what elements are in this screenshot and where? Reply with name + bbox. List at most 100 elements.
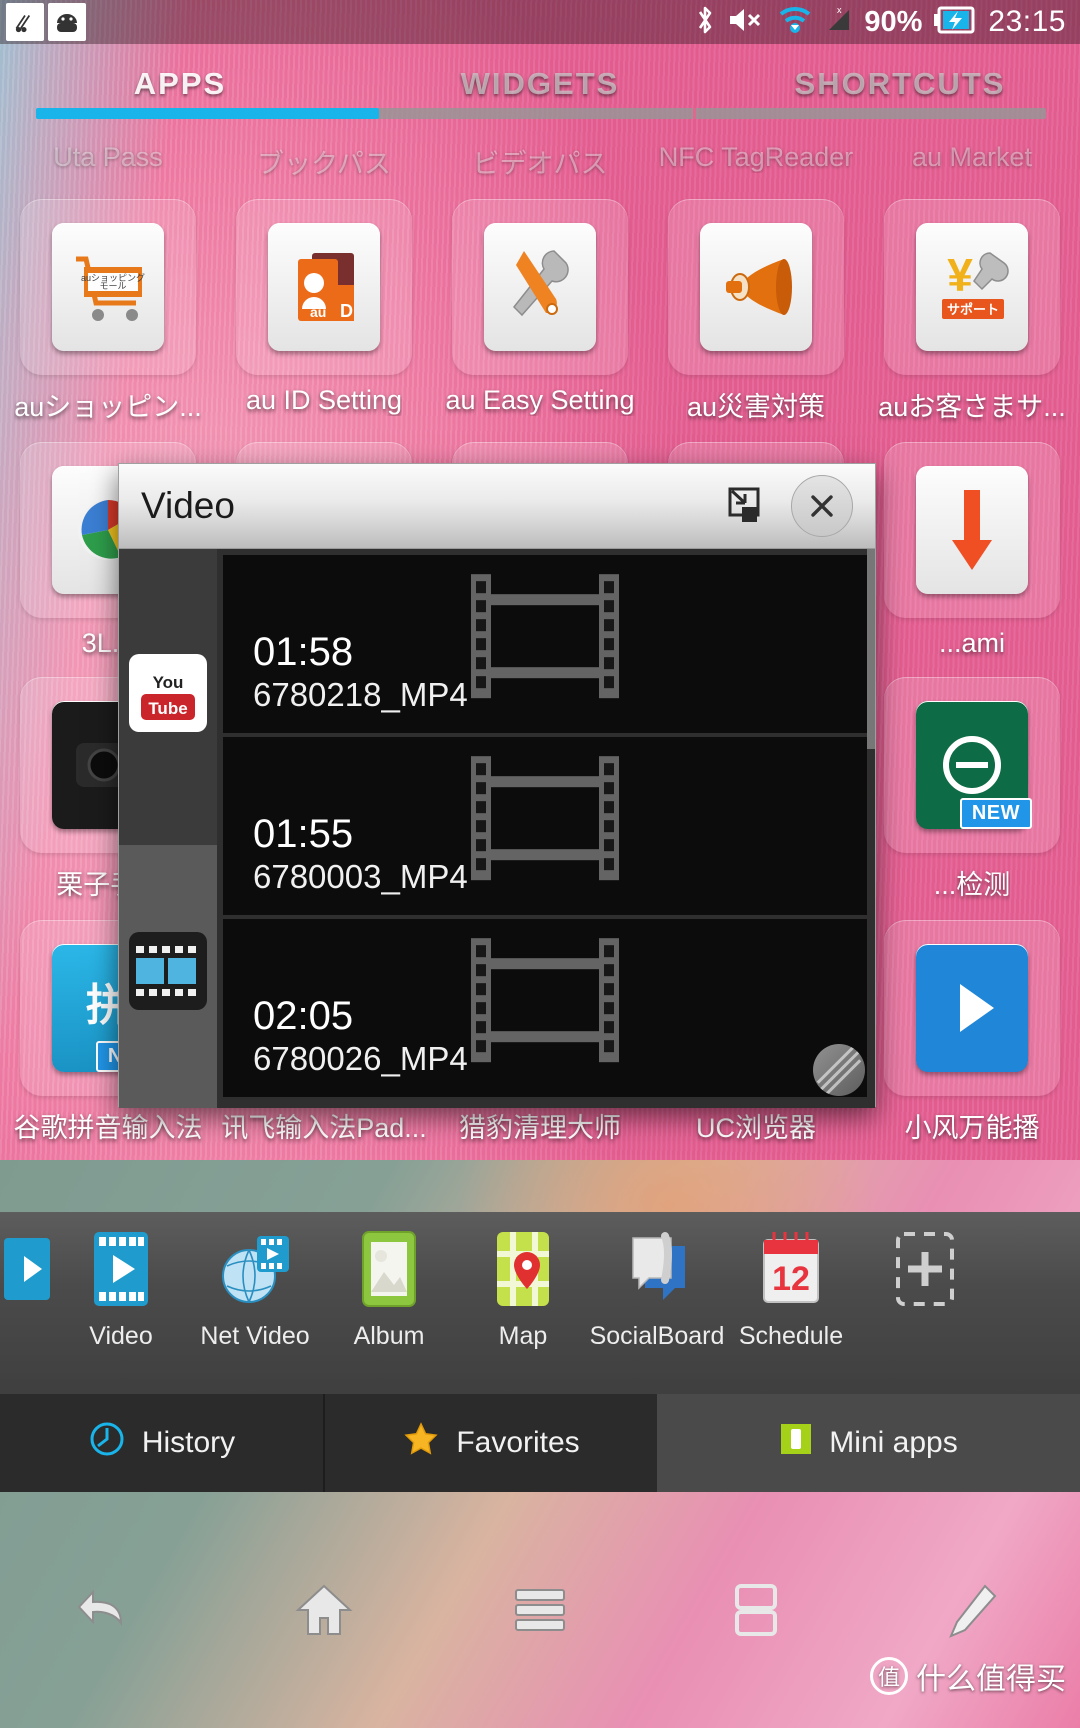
mini-app-partial[interactable] — [0, 1226, 54, 1317]
battery-percent: 90% — [864, 5, 923, 38]
app-label-au-disaster: au災害対策 — [686, 392, 826, 422]
back-icon[interactable] — [48, 1585, 168, 1635]
app-label-uc-browser: UC浏览器 — [696, 1113, 816, 1143]
svg-text:サポート: サポート — [947, 302, 999, 317]
video-list-item[interactable]: 01:55 6780003_MP4 — [223, 737, 867, 915]
youtube-icon[interactable]: You Tube — [129, 654, 207, 732]
mini-app-label-schedule: Schedule — [738, 1322, 844, 1350]
svg-text:x: x — [837, 5, 842, 15]
app-label-xiaofeng-player: 小风万能播 — [904, 1113, 1040, 1143]
film-strip-icon[interactable] — [129, 932, 207, 1010]
film-frame-icon — [465, 936, 625, 1069]
mini-app-net-video[interactable]: Net Video — [188, 1226, 322, 1351]
app-label-r2-4: ...ami — [938, 628, 1005, 658]
status-notifications[interactable] — [0, 3, 86, 41]
svg-text:au: au — [310, 304, 326, 320]
app-label-au-id: au ID Setting — [245, 385, 403, 415]
resize-grip-icon[interactable] — [813, 1044, 865, 1096]
add-plus-icon — [887, 1226, 963, 1312]
calendar-12-icon: 12 — [753, 1226, 829, 1312]
status-bar[interactable]: x 90% 23:15 — [0, 0, 1080, 44]
clock-icon — [88, 1420, 126, 1466]
miniapp-square-icon — [779, 1422, 813, 1464]
globe-film-icon — [217, 1226, 293, 1312]
mini-app-album[interactable]: Album — [322, 1226, 456, 1351]
au-support-icon: ¥ サポート — [916, 223, 1028, 351]
video-list-item[interactable]: 01:58 6780218_MP4 — [223, 555, 867, 733]
app-label-google-pinyin: 谷歌拼音输入法 — [13, 1113, 203, 1143]
app-label-r3-4: ...检测 — [933, 870, 1011, 900]
megaphone-icon — [700, 223, 812, 351]
tab-indicator — [36, 108, 1046, 119]
video-list-scrollbar[interactable] — [867, 549, 875, 749]
watermark: 值 什么值得买 — [870, 1654, 1066, 1698]
app-label-ghost-2: ビデオパス — [472, 149, 608, 179]
tab-label-history: History — [141, 1426, 236, 1459]
video-window-titlebar[interactable]: Video — [119, 464, 875, 549]
mini-app-label-net-video: Net Video — [200, 1322, 310, 1350]
app-cell-au-support[interactable]: ¥ サポート auお客さまサ... — [864, 181, 1080, 424]
bluetooth-icon — [694, 3, 716, 42]
video-name: 6780026_MP4 — [253, 1040, 468, 1078]
tab-label-mini-apps: Mini apps — [829, 1426, 958, 1459]
video-name: 6780003_MP4 — [253, 858, 468, 896]
video-list[interactable]: 01:58 6780218_MP4 01:55 6780003_MP4 02:0… — [217, 549, 875, 1108]
app-label-iflytek: 讯飞输入法Pad... — [221, 1113, 427, 1143]
signal-no-sim-icon: x — [823, 4, 853, 41]
tools-icon — [484, 223, 596, 351]
app-label-au-support: auお客さまサ... — [878, 392, 1066, 422]
restore-down-icon[interactable] — [715, 480, 767, 532]
blue-player-icon — [916, 944, 1028, 1072]
video-source-rail[interactable]: You Tube — [119, 549, 217, 1108]
app-cell-r3-4[interactable]: NEW ...检测 — [864, 659, 1080, 902]
tab-mini-apps[interactable]: Mini apps — [657, 1394, 1080, 1492]
clock: 23:15 — [988, 5, 1066, 38]
app-label-ghost-3: NFC TagReader — [658, 142, 854, 172]
mini-app-label-map: Map — [498, 1322, 548, 1350]
wifi-icon — [778, 5, 812, 40]
app-cell-au-disaster[interactable]: au災害対策 — [648, 181, 864, 424]
mini-app-schedule[interactable]: 12 Schedule — [724, 1226, 858, 1351]
orange-arrow-icon — [916, 466, 1028, 594]
android-icon — [48, 3, 86, 41]
video-duration: 02:05 — [253, 994, 354, 1039]
mini-app-label-socialboard: SocialBoard — [589, 1322, 725, 1350]
svg-text:D: D — [340, 301, 353, 321]
app-cell-au-id[interactable]: au D au ID Setting — [216, 181, 432, 424]
video-name: 6780218_MP4 — [253, 676, 468, 714]
video-list-item[interactable]: 02:05 6780026_MP4 — [223, 919, 867, 1097]
mini-apps-tabs[interactable]: History Favorites Mini apps — [0, 1394, 1080, 1492]
video-mini-app-window[interactable]: Video You Tube 01:58 6780218_MP4 01:55 6… — [118, 463, 876, 1108]
tab-history[interactable]: History — [0, 1394, 325, 1492]
mini-app-video[interactable]: Video — [54, 1226, 188, 1351]
app-label-cheetah-clean: 猎豹清理大师 — [459, 1113, 621, 1143]
menu-icon[interactable] — [480, 1584, 600, 1636]
app-cell-xiaofeng-player[interactable]: 小风万能播 — [864, 902, 1080, 1145]
tab-favorites[interactable]: Favorites — [325, 1394, 657, 1492]
app-cell-r2-4[interactable]: ...ami — [864, 424, 1080, 659]
watermark-mark: 值 — [870, 1657, 908, 1695]
recents-icon[interactable] — [696, 1582, 816, 1638]
mini-app-add[interactable] — [858, 1226, 992, 1322]
app-cell-au-shopping[interactable]: auショッピング モール auショッピン... — [0, 181, 216, 424]
app-label-ghost-4: au Market — [911, 142, 1033, 172]
star-icon — [402, 1420, 440, 1466]
home-icon[interactable] — [264, 1582, 384, 1638]
app-cell-au-easy-setting[interactable]: au Easy Setting — [432, 181, 648, 424]
mini-app-socialboard[interactable]: SocialBoard — [590, 1226, 724, 1351]
battery-charging-icon — [933, 5, 977, 40]
volume-mute-icon — [727, 5, 767, 40]
app-label-au-easy-setting: au Easy Setting — [445, 385, 635, 415]
mini-app-map[interactable]: Map — [456, 1226, 590, 1351]
mini-app-label-video: Video — [89, 1322, 153, 1350]
photo-icon — [351, 1226, 427, 1312]
tab-label-favorites: Favorites — [456, 1426, 580, 1459]
svg-text:Tube: Tube — [148, 699, 187, 718]
svg-text:You: You — [153, 673, 184, 692]
film-play-icon — [0, 1226, 54, 1317]
app-label-ghost-0: Uta Pass — [53, 142, 163, 172]
close-icon[interactable] — [791, 475, 853, 537]
au-id-icon: au D — [268, 223, 380, 351]
app-row-1: auショッピング モール auショッピン... au D au ID Setti… — [0, 181, 1080, 424]
pen-icon[interactable] — [912, 1582, 1032, 1638]
